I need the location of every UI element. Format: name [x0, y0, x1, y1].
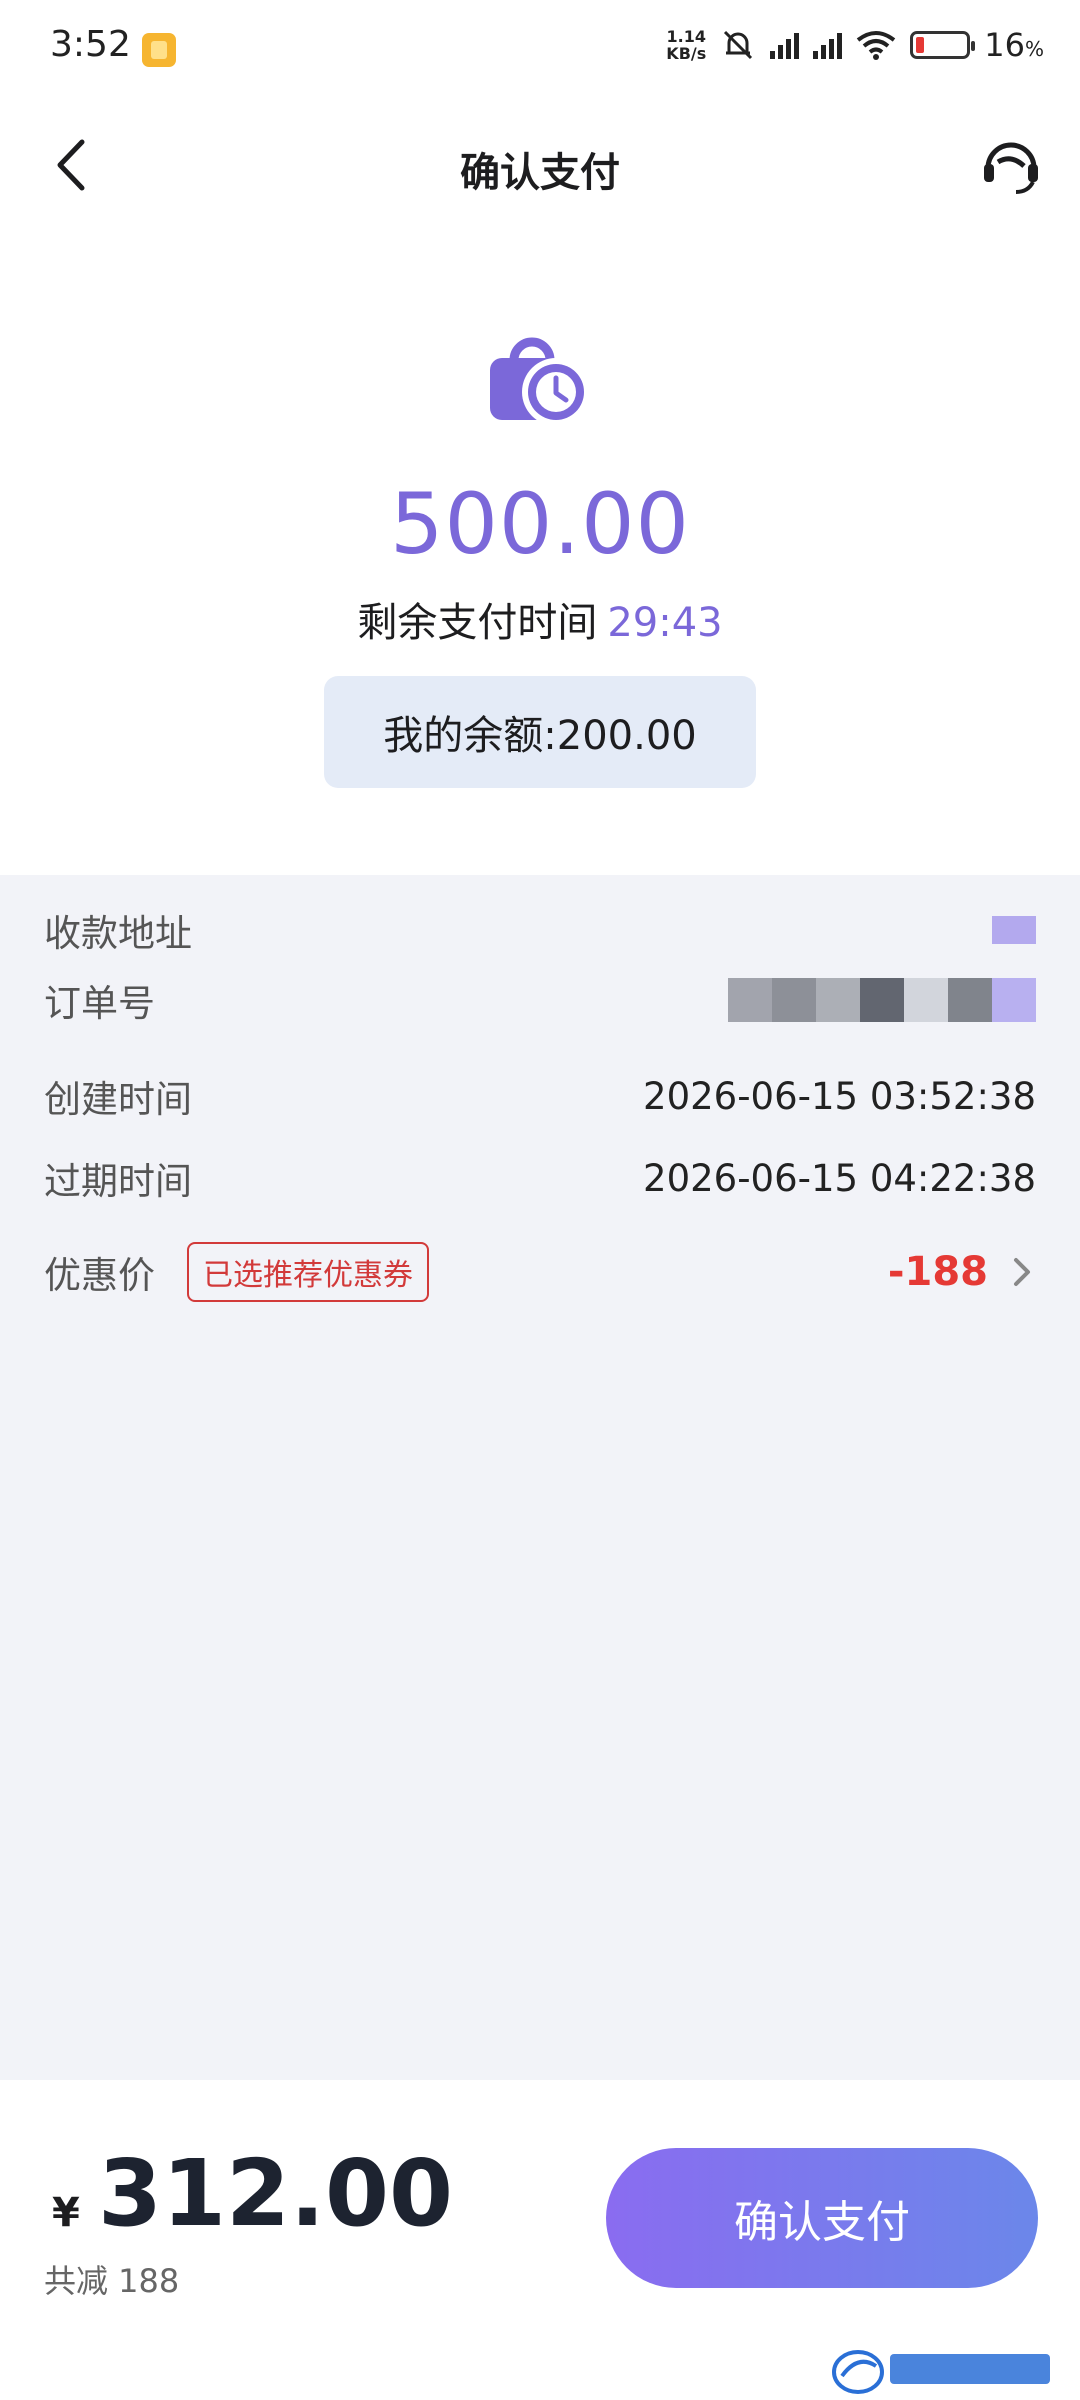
battery-icon: [910, 31, 976, 59]
discount-row[interactable]: 优惠价 已选推荐优惠券 -188: [44, 1242, 1036, 1302]
currency-symbol: ¥: [52, 2190, 80, 2236]
discount-value: -188: [887, 1249, 988, 1295]
remaining-time-label: 剩余支付时间: [357, 600, 598, 646]
customer-service-icon[interactable]: [978, 132, 1044, 198]
signal-icon: [770, 31, 800, 59]
notification-icon: [142, 33, 176, 67]
discount-value-group[interactable]: -188: [888, 1249, 1036, 1295]
signal-icon: [813, 31, 843, 59]
discount-label: 优惠价: [44, 1254, 155, 1297]
created-time-row: 创建时间 2026-06-15 03:52:38: [44, 1066, 1036, 1126]
created-time-value: 2026-06-15 03:52:38: [643, 1074, 1036, 1118]
nav-bar: 确认支付: [0, 110, 1080, 220]
order-number-row: 订单号: [44, 970, 1036, 1030]
coupon-tag: 已选推荐优惠券: [187, 1242, 429, 1302]
remaining-time: 剩余支付时间 29:43: [0, 590, 1080, 648]
order-number-label: 订单号: [44, 982, 155, 1025]
order-details: [0, 875, 1080, 2080]
expire-time-row: 过期时间 2026-06-15 04:22:38: [44, 1148, 1036, 1208]
expire-time-value: 2026-06-15 04:22:38: [643, 1156, 1036, 1200]
created-time-label: 创建时间: [44, 1078, 192, 1121]
battery-percent: 16%: [984, 26, 1044, 64]
receive-address-label: 收款地址: [44, 912, 192, 955]
pending-payment-icon: [490, 337, 590, 426]
status-icons: 1.14 KB/s 16%: [666, 26, 1044, 64]
confirm-pay-button[interactable]: 确认支付: [606, 2148, 1038, 2288]
mute-bell-icon: [724, 30, 753, 60]
status-time: 3:52: [50, 24, 131, 65]
balance-display: 我的余额:200.00: [324, 676, 756, 788]
page-title: 确认支付: [460, 150, 620, 196]
chevron-right-icon: [1014, 1258, 1030, 1286]
countdown-timer: 29:43: [607, 600, 723, 646]
receive-address-row: 收款地址: [44, 900, 1036, 960]
discount-label-group: 优惠价 已选推荐优惠券: [44, 1242, 429, 1302]
expire-time-label: 过期时间: [44, 1160, 192, 1203]
order-number-value-redacted: [728, 978, 1036, 1022]
wifi-icon: [857, 31, 896, 60]
total-amount: 312.00: [98, 2140, 454, 2247]
watermark-logo: [832, 2350, 1050, 2394]
total-saved: 共减 188: [44, 2262, 180, 2300]
receive-address-value-redacted: [992, 908, 1036, 952]
payment-amount: 500.00: [390, 475, 690, 573]
status-bar: 3:52 1.14 KB/s 16%: [0, 0, 1080, 100]
network-speed: 1.14 KB/s: [666, 27, 707, 63]
